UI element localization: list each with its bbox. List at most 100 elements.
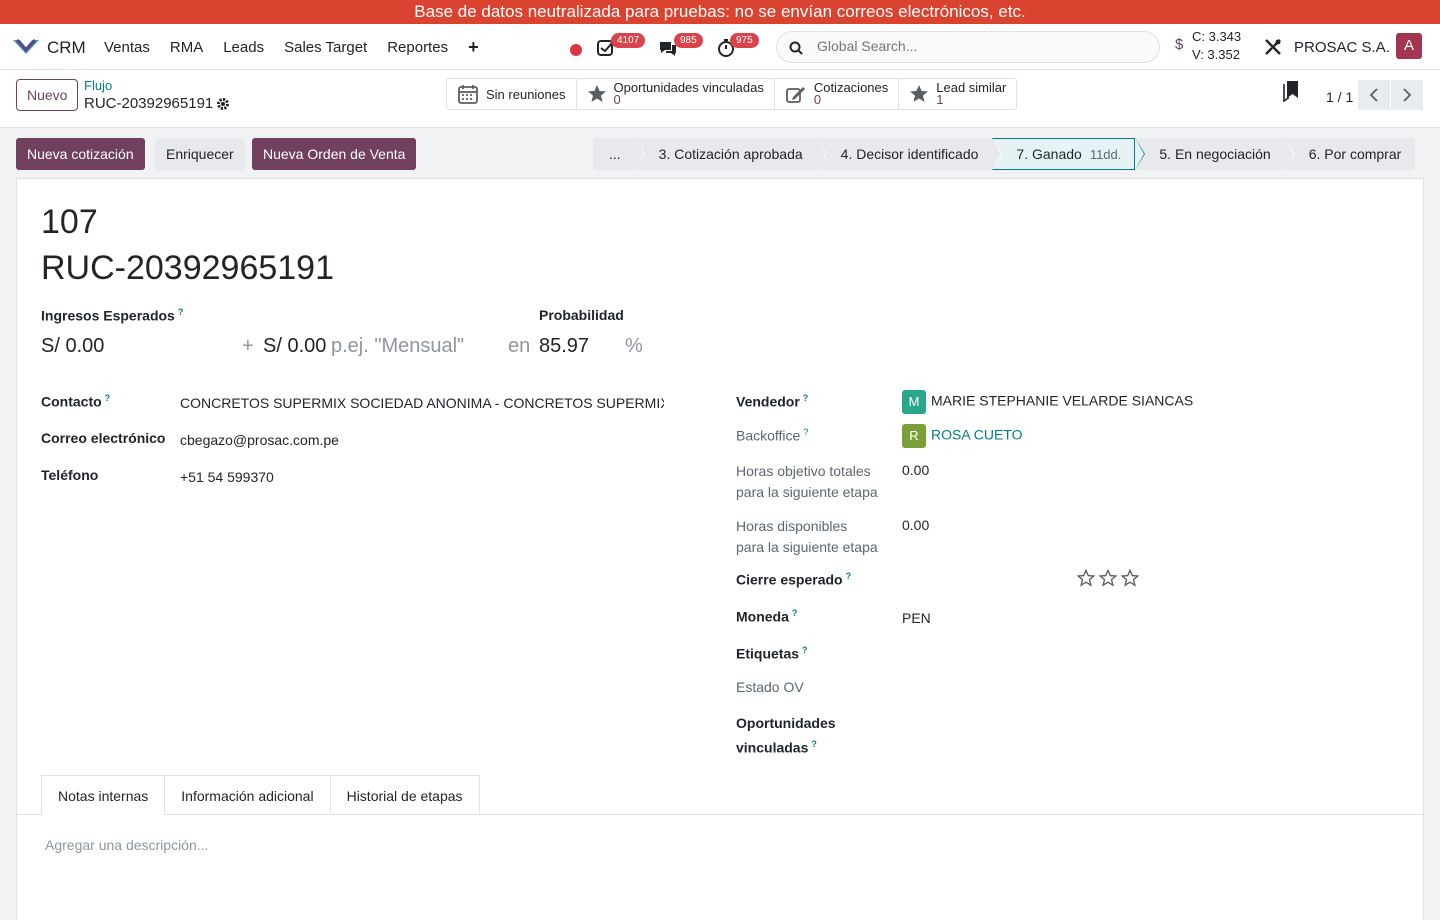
breadcrumb-parent[interactable]: Flujo <box>84 78 112 93</box>
menu-rma[interactable]: RMA <box>170 39 203 58</box>
timer-badge: 975 <box>730 33 759 48</box>
stage-ganado[interactable]: 7. Ganado 11dd. <box>992 138 1146 170</box>
stage-cotizacion-aprobada[interactable]: 3. Cotización aprobada <box>634 138 827 170</box>
quotations-smart-button[interactable]: Cotizaciones 0 <box>775 79 900 109</box>
recurring-plan-field[interactable]: p.ej. "Mensual" <box>331 335 464 358</box>
debug-tools-icon[interactable] <box>1263 37 1283 57</box>
email-label: Correo electrónico <box>41 430 166 446</box>
form-action-bar: Nueva cotización Enriquecer Nueva Orden … <box>0 129 1440 179</box>
quotations-count: 0 <box>813 92 822 107</box>
app-name[interactable]: CRM <box>47 38 86 58</box>
new-record-button[interactable]: Nuevo <box>16 79 79 111</box>
pager-buttons <box>1358 80 1423 110</box>
quotations-label: Cotizaciones <box>813 80 889 95</box>
add-menu-icon[interactable]: + <box>468 37 479 58</box>
star-icon <box>910 85 929 102</box>
recurring-revenue-field[interactable]: S/ 0.00 <box>263 335 326 358</box>
recording-icon[interactable] <box>570 44 582 56</box>
star-outline-icon[interactable] <box>1121 569 1139 587</box>
pager-value[interactable]: 1 / 1 <box>1326 89 1353 105</box>
pager-next-button[interactable] <box>1391 80 1423 110</box>
similar-lead-count: 1 <box>936 92 944 107</box>
star-outline-icon[interactable] <box>1077 569 1095 587</box>
similar-lead-smart-button[interactable]: Lead similar 1 <box>899 79 1016 109</box>
meetings-smart-button[interactable]: Sin reuniones <box>447 79 577 109</box>
chevron-right-icon <box>1403 88 1412 102</box>
description-editor[interactable]: Agregar una descripción... <box>45 837 208 853</box>
linked-opportunities-count: 0 <box>613 92 621 107</box>
avatar: M <box>902 390 926 414</box>
backoffice-label: Backoffice? <box>736 427 809 444</box>
tab-internal-notes[interactable]: Notas internas <box>41 775 166 815</box>
available-hours-label: Horas disponibles para la siguiente etapa <box>736 518 878 555</box>
probability-label: Probabilidad <box>539 307 624 323</box>
crm-logo-icon[interactable] <box>12 37 40 57</box>
new-quotation-button[interactable]: Nueva cotización <box>16 138 145 170</box>
company-switcher[interactable]: PROSAC S.A. <box>1294 39 1390 56</box>
lead-name-field[interactable]: RUC-20392965191 <box>41 249 334 288</box>
currency-label: Moneda? <box>736 608 798 625</box>
menu-ventas[interactable]: Ventas <box>104 39 150 58</box>
control-panel: Nuevo Flujo RUC-20392965191 Sin reunione… <box>0 70 1440 128</box>
phone-label: Teléfono <box>41 467 99 483</box>
menu-leads[interactable]: Leads <box>223 39 264 58</box>
form-sheet: 107 RUC-20392965191 Ingresos Esperados? … <box>16 178 1424 920</box>
star-outline-icon[interactable] <box>1099 569 1117 587</box>
user-avatar[interactable]: A <box>1396 33 1422 59</box>
search-input[interactable] <box>817 38 1147 54</box>
notebook-tabs: Notas internas Información adicional His… <box>41 775 480 815</box>
tab-stage-history[interactable]: Historial de etapas <box>329 775 480 815</box>
similar-lead-label: Lead similar <box>936 80 1007 95</box>
stage-por-comprar[interactable]: 6. Por comprar <box>1284 138 1416 170</box>
stage-duration: 11dd. <box>1089 147 1122 162</box>
main-menu: Ventas RMA Leads Sales Target Reportes + <box>104 37 499 58</box>
expected-close-label: Cierre esperado? <box>736 571 852 588</box>
gear-icon[interactable] <box>216 97 230 111</box>
messages-badge: 985 <box>674 33 703 48</box>
contact-field[interactable]: CONCRETOS SUPERMIX SOCIEDAD ANONIMA - CO… <box>180 395 664 411</box>
search-icon <box>789 41 803 55</box>
stage-statusbar: ... 3. Cotización aprobada 4. Decisor id… <box>593 138 1416 170</box>
top-navbar: CRM Ventas RMA Leads Sales Target Report… <box>0 24 1440 70</box>
percent-sign: % <box>625 335 643 357</box>
chevron-left-icon <box>1369 88 1378 102</box>
linked-opportunities-smart-button[interactable]: Oportunidades vinculadas 0 <box>577 79 775 109</box>
global-search[interactable] <box>776 31 1160 63</box>
menu-sales-target[interactable]: Sales Target <box>284 39 367 58</box>
new-sale-order-button[interactable]: Nueva Orden de Venta <box>252 138 417 170</box>
calendar-icon <box>458 85 478 104</box>
currency-field[interactable]: PEN <box>902 610 931 626</box>
target-hours-label: Horas objetivo totales para la siguiente … <box>736 463 878 500</box>
lead-number[interactable]: 107 <box>41 203 98 242</box>
pager-previous-button[interactable] <box>1358 80 1390 110</box>
breadcrumb-current: RUC-20392965191 <box>84 95 214 112</box>
email-field[interactable]: cbegazo@prosac.com.pe <box>180 432 339 448</box>
phone-field[interactable]: +51 54 599370 <box>180 469 274 485</box>
priority-stars <box>1077 569 1139 587</box>
expected-revenue-field[interactable]: S/ 0.00 <box>41 335 104 358</box>
bookmark-icon[interactable] <box>1282 80 1300 102</box>
activities-badge: 4107 <box>611 33 646 48</box>
probability-field[interactable]: 85.97 <box>539 335 589 358</box>
stage-en-negociacion[interactable]: 5. En negociación <box>1135 138 1295 170</box>
tab-additional-info[interactable]: Información adicional <box>164 775 331 815</box>
linked-opportunities-label: Oportunidades vinculadas? <box>736 715 836 756</box>
expected-revenue-label: Ingresos Esperados? <box>41 307 184 324</box>
salesperson-field[interactable]: M MARIE STEPHANIE VELARDE SIANCAS <box>902 390 1193 414</box>
available-hours-field: 0.00 <box>902 517 930 533</box>
stage-decisor-identificado[interactable]: 4. Decisor identificado <box>816 138 1003 170</box>
in-word: en <box>508 335 531 357</box>
sale-order-state-label: Estado OV <box>736 679 804 695</box>
stage-more[interactable]: ... <box>593 138 645 170</box>
backoffice-field[interactable]: R ROSA CUETO <box>902 424 1023 448</box>
linked-opportunities-label: Oportunidades vinculadas <box>613 80 764 95</box>
neutralized-db-banner: Base de datos neutralizada para pruebas:… <box>0 0 1440 24</box>
plus-sign: + <box>242 335 254 357</box>
salesperson-label: Vendedor? <box>736 393 809 410</box>
avatar: R <box>902 424 926 448</box>
enrich-button[interactable]: Enriquecer <box>155 138 245 170</box>
buy-rate: C: 3.343 <box>1192 29 1242 44</box>
menu-reportes[interactable]: Reportes <box>387 39 448 58</box>
sell-rate: V: 3.352 <box>1192 47 1240 62</box>
meetings-label: Sin reuniones <box>486 86 566 102</box>
